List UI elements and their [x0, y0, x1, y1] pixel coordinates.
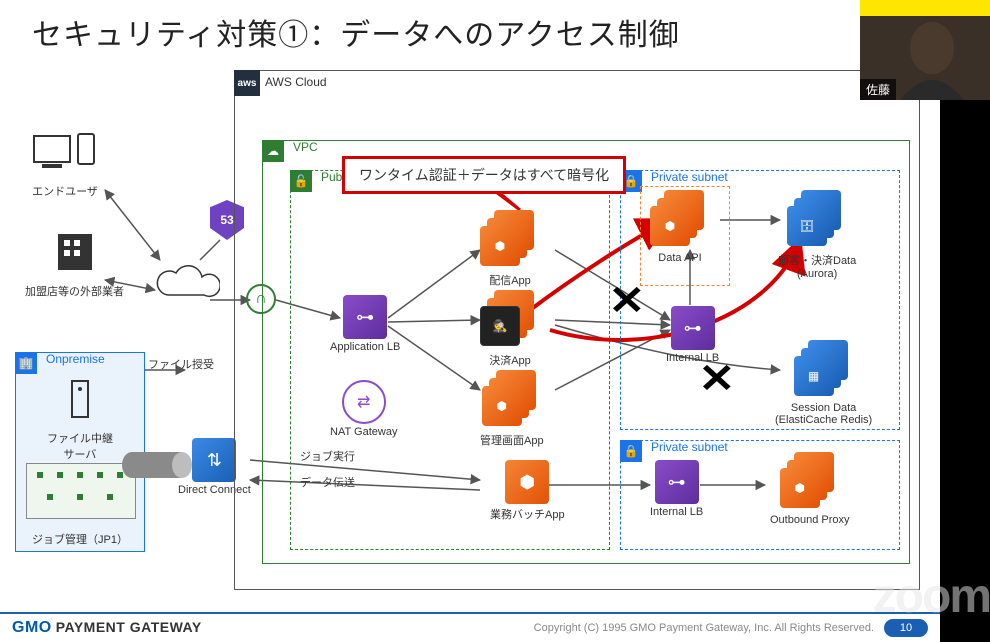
- internal-lb-lower-label: Internal LB: [650, 506, 703, 518]
- merchant-label: 加盟店等の外部業者: [25, 283, 124, 299]
- diagram-canvas: エンドユーザ 加盟店等の外部業者 53 ∩ 🏢 Onpremise ファイル中継…: [10, 60, 930, 608]
- brand-plain: PAYMENT GATEWAY: [56, 619, 202, 635]
- distribution-app-icon: ⬢ 配信App: [480, 210, 540, 288]
- slide-title: セキュリティ対策①：データへのアクセス制御: [32, 10, 680, 54]
- session-data-label: Session Data (ElastiCache Redis): [775, 402, 872, 426]
- aurora-db-icon: 🗄 顧客・決済Data (Aurora): [778, 190, 856, 280]
- batch-app-icon: ⬢ 業務バッチApp: [490, 460, 565, 522]
- page-number: 10: [884, 619, 928, 637]
- aws-cloud-title: AWS Cloud: [265, 75, 327, 89]
- internal-lb-upper-label: Internal LB: [666, 352, 719, 364]
- admin-app-icon: ⬢ 管理画面App: [480, 370, 544, 448]
- data-api-icon: ⬢ Data API: [650, 190, 710, 264]
- application-lb-icon: ⊶ Application LB: [330, 295, 400, 353]
- payment-app-label: 決済App: [480, 352, 540, 368]
- end-user-label: エンドユーザ: [30, 183, 100, 199]
- internal-lb-lower-icon: ⊶ Internal LB: [650, 460, 703, 518]
- admin-app-label: 管理画面App: [480, 432, 544, 448]
- internet-cloud-icon: [150, 255, 220, 320]
- lock-open-icon: 🔓: [290, 170, 312, 192]
- copyright-text: Copyright (C) 1995 GMO Payment Gateway, …: [534, 622, 874, 634]
- job-mgr-label: ジョブ管理（JP1）: [16, 531, 144, 547]
- brand-logo: GMO PAYMENT GATEWAY: [12, 619, 202, 637]
- lock-icon: 🔒: [620, 440, 642, 462]
- file-exchange-label: ファイル授受: [148, 356, 214, 372]
- payment-app-icon: 🕵️ 決済App: [480, 290, 540, 368]
- aws-logo-icon: aws: [234, 70, 260, 96]
- distribution-app-label: 配信App: [480, 272, 540, 288]
- cloud-icon: ☁: [262, 140, 284, 162]
- brand-bold: GMO: [12, 619, 52, 637]
- security-callout: ワンタイム認証＋データはすべて暗号化: [342, 156, 626, 194]
- aurora-db-label: 顧客・決済Data (Aurora): [778, 252, 856, 280]
- outbound-proxy-icon: ⬢ Outbound Proxy: [770, 452, 850, 526]
- batch-app-label: 業務バッチApp: [490, 506, 565, 522]
- slide: セキュリティ対策①：データへのアクセス制御: [0, 0, 940, 642]
- vpc-title: VPC: [293, 140, 318, 154]
- data-api-label: Data API: [650, 252, 710, 264]
- internal-lb-upper-icon: ⊶ Internal LB: [666, 306, 719, 364]
- outbound-proxy-label: Outbound Proxy: [770, 514, 850, 526]
- presenter-webcam: 佐藤: [860, 0, 990, 100]
- nat-gateway-icon: ⇄ NAT Gateway: [330, 380, 397, 438]
- onpremise-title: Onpremise: [46, 352, 105, 366]
- slide-footer: GMO PAYMENT GATEWAY Copyright (C) 1995 G…: [0, 612, 940, 642]
- merchant-icon: 加盟店等の外部業者: [25, 230, 124, 299]
- private-subnet-lower-title: Private subnet: [651, 440, 728, 454]
- private-subnet-upper-title: Private subnet: [651, 170, 728, 184]
- session-data-icon: ▦ Session Data (ElastiCache Redis): [775, 340, 872, 426]
- nat-gateway-label: NAT Gateway: [330, 426, 397, 438]
- application-lb-label: Application LB: [330, 341, 400, 353]
- building-icon: 🏢: [15, 352, 37, 374]
- presenter-name: 佐藤: [860, 79, 896, 100]
- end-user-icon: エンドユーザ: [30, 130, 100, 199]
